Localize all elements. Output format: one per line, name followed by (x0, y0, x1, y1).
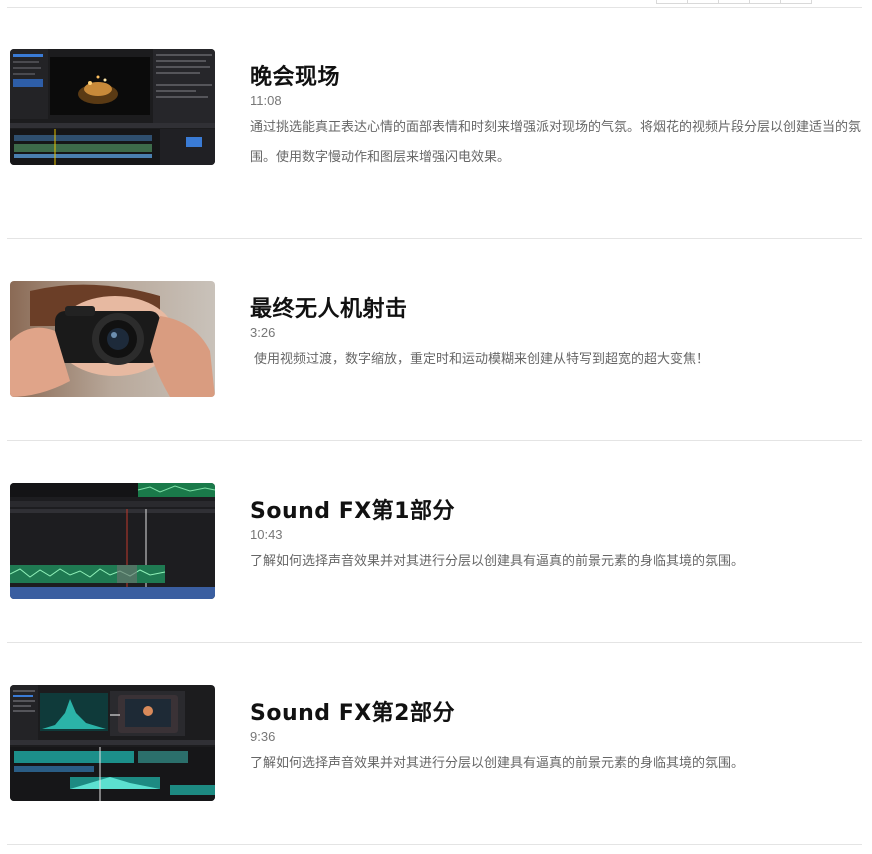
pagination-tab[interactable] (780, 0, 812, 4)
video-text: Sound FX第2部分 9:36 了解如何选择声音效果并对其进行分层以创建具有… (250, 700, 864, 779)
video-title[interactable]: Sound FX第2部分 (250, 700, 864, 728)
video-description: 使用视频过渡，数字缩放，重定时和运动模糊来创建从特写到超宽的超大变焦！ (254, 352, 710, 367)
video-duration: 3:26 (250, 325, 276, 340)
video-title[interactable]: Sound FX第1部分 (250, 498, 864, 526)
video-duration: 11:08 (250, 93, 282, 108)
video-list-item[interactable]: Sound FX第2部分 9:36 了解如何选择声音效果并对其进行分层以创建具有… (0, 643, 872, 845)
video-duration: 10:43 (250, 527, 283, 542)
video-thumbnail[interactable] (10, 281, 215, 397)
video-text: 晚会现场 11:08 通过挑选能真正表达心情的面部表情和时刻来增强派对现场的气氛… (250, 64, 864, 173)
video-list-item[interactable]: 晚会现场 11:08 通过挑选能真正表达心情的面部表情和时刻来增强派对现场的气氛… (0, 8, 872, 239)
pagination-tab[interactable] (656, 0, 688, 4)
pagination-tab[interactable] (749, 0, 781, 4)
audio-timeline-thumbnail-icon (10, 483, 215, 599)
video-text: Sound FX第1部分 10:43 了解如何选择声音效果并对其进行分层以创建具… (250, 498, 864, 577)
video-description: 通过挑选能真正表达心情的面部表情和时刻来增强派对现场的气氛。将烟花的视频片段分层… (250, 120, 862, 165)
video-list: 晚会现场 11:08 通过挑选能真正表达心情的面部表情和时刻来增强派对现场的气氛… (0, 8, 872, 845)
camera-photo-thumbnail-icon (10, 281, 215, 397)
video-title[interactable]: 最终无人机射击 (250, 296, 864, 324)
video-duration: 9:36 (250, 729, 276, 744)
item-divider (7, 844, 862, 845)
video-thumbnail[interactable] (10, 685, 215, 801)
video-text: 最终无人机射击 3:26 使用视频过渡，数字缩放，重定时和运动模糊来创建从特写到… (250, 296, 864, 375)
video-description: 了解如何选择声音效果并对其进行分层以创建具有逼真的前景元素的身临其境的氛围。 (250, 756, 745, 771)
pagination-tab[interactable] (687, 0, 719, 4)
pagination-tab[interactable] (718, 0, 750, 4)
video-list-item[interactable]: Sound FX第1部分 10:43 了解如何选择声音效果并对其进行分层以创建具… (0, 441, 872, 643)
pagination-tabs (656, 0, 812, 4)
video-thumbnail[interactable] (10, 483, 215, 599)
video-list-item[interactable]: 最终无人机射击 3:26 使用视频过渡，数字缩放，重定时和运动模糊来创建从特写到… (0, 239, 872, 441)
video-description: 了解如何选择声音效果并对其进行分层以创建具有逼真的前景元素的身临其境的氛围。 (250, 554, 745, 569)
video-thumbnail[interactable] (10, 49, 215, 165)
video-title[interactable]: 晚会现场 (250, 64, 864, 92)
video-editor-thumbnail-icon (10, 685, 215, 801)
video-editor-thumbnail-icon (10, 49, 215, 165)
